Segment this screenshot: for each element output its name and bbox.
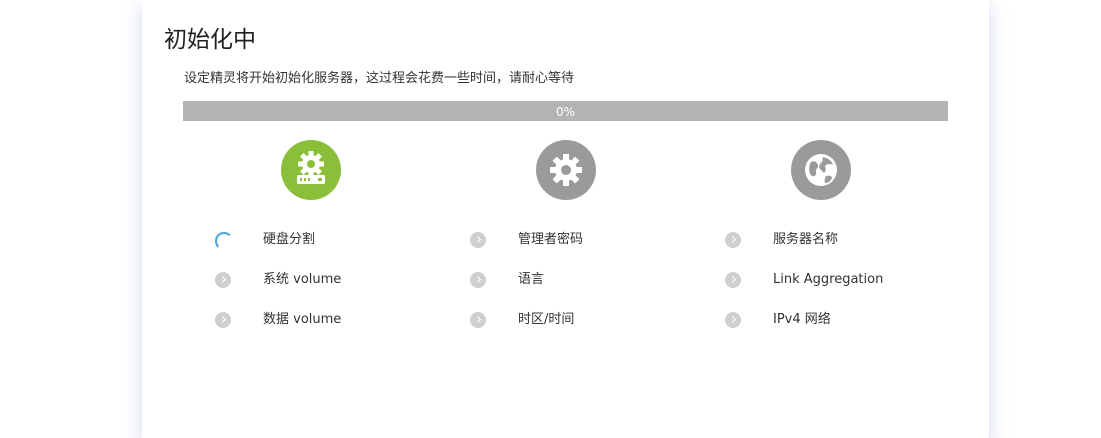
item-label: 管理者密码 bbox=[518, 232, 584, 247]
item-label: 系统 volume bbox=[263, 272, 342, 287]
init-panel: 初始化中 设定精灵将开始初始化服务器，这过程会花费一些时间，请耐心等待 0% 硬… bbox=[142, 0, 989, 438]
chevron-right-icon bbox=[725, 272, 741, 288]
chevron-right-icon bbox=[470, 272, 486, 288]
progress-label: 0% bbox=[555, 105, 576, 119]
chevron-right-icon bbox=[725, 312, 741, 328]
item-label: 数据 volume bbox=[263, 312, 342, 327]
gear-icon bbox=[536, 140, 596, 200]
loading-spinner-icon bbox=[215, 232, 233, 250]
item-label: 硬盘分割 bbox=[263, 232, 316, 247]
chevron-right-icon bbox=[725, 232, 741, 248]
list-item: 硬盘分割 bbox=[215, 230, 445, 250]
list-item: 语言 bbox=[470, 270, 700, 290]
progress-bar: 0% bbox=[183, 101, 948, 121]
disk-gear-icon bbox=[281, 140, 341, 200]
item-label: 服务器名称 bbox=[773, 232, 839, 247]
list-item: Link Aggregation bbox=[725, 270, 955, 290]
item-label: 时区/时间 bbox=[518, 312, 575, 327]
item-label: IPv4 网络 bbox=[773, 312, 831, 327]
list-item: 服务器名称 bbox=[725, 230, 955, 250]
list-item: 管理者密码 bbox=[470, 230, 700, 250]
globe-icon bbox=[791, 140, 851, 200]
item-label: 语言 bbox=[518, 272, 545, 287]
list-item: 系统 volume bbox=[215, 270, 445, 290]
list-item: 时区/时间 bbox=[470, 310, 700, 330]
chevron-right-icon bbox=[470, 312, 486, 328]
item-label: Link Aggregation bbox=[773, 272, 884, 287]
page-title: 初始化中 bbox=[164, 27, 256, 53]
page-subtitle: 设定精灵将开始初始化服务器，这过程会花费一些时间，请耐心等待 bbox=[184, 71, 575, 86]
list-item: 数据 volume bbox=[215, 310, 445, 330]
list-item: IPv4 网络 bbox=[725, 310, 955, 330]
chevron-right-icon bbox=[470, 232, 486, 248]
chevron-right-icon bbox=[215, 312, 231, 328]
chevron-right-icon bbox=[215, 272, 231, 288]
